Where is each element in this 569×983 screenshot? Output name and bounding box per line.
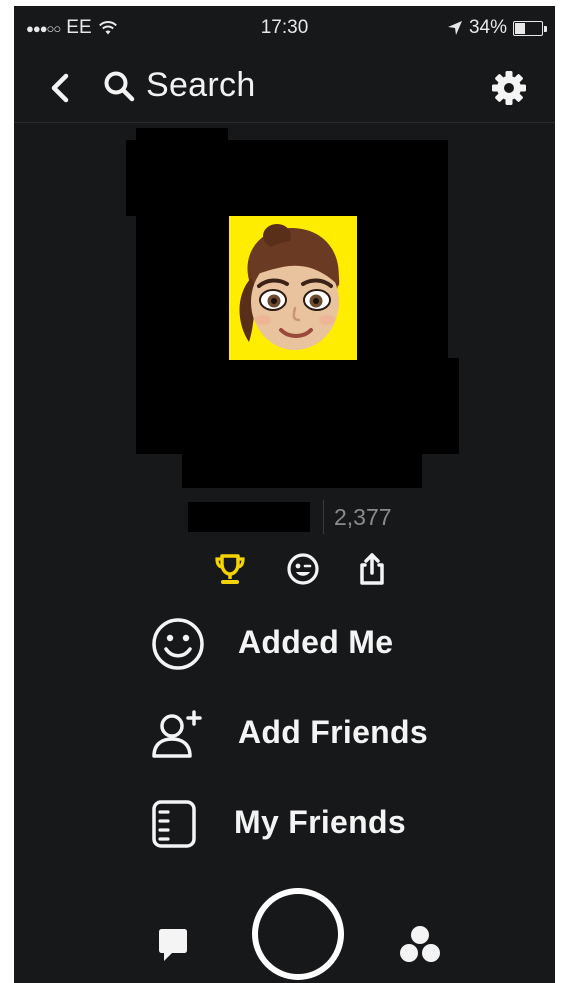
search-icon bbox=[104, 71, 135, 101]
back-button[interactable] bbox=[44, 68, 78, 108]
profile-stats-row: 2,377 bbox=[14, 496, 555, 536]
bitmoji-button[interactable] bbox=[285, 551, 321, 587]
status-bar: ●●●○○ EE 17:30 34% bbox=[14, 6, 555, 50]
settings-button[interactable] bbox=[489, 68, 529, 108]
gear-icon bbox=[492, 71, 526, 105]
chat-bubble-icon bbox=[159, 929, 187, 961]
menu-item-label: Added Me bbox=[238, 624, 394, 660]
stories-button[interactable] bbox=[399, 924, 441, 964]
menu-item-added-me[interactable]: Added Me bbox=[14, 606, 555, 676]
nav-divider bbox=[14, 122, 555, 123]
redaction-block bbox=[182, 450, 422, 488]
chat-button[interactable] bbox=[156, 928, 190, 964]
phone-screen: ●●●○○ EE 17:30 34% Search 2,377 Added Me… bbox=[14, 6, 555, 983]
trophy-icon bbox=[215, 554, 245, 584]
trophy-button[interactable] bbox=[212, 551, 248, 587]
battery-icon bbox=[513, 20, 547, 36]
bitmoji-face-icon bbox=[229, 216, 357, 360]
status-right: 34% bbox=[447, 17, 547, 39]
bitmoji-avatar[interactable] bbox=[229, 216, 357, 360]
menu-item-add-friends[interactable]: Add Friends bbox=[14, 696, 555, 766]
smiley-icon bbox=[148, 616, 208, 672]
stats-divider bbox=[323, 500, 324, 534]
username-redacted bbox=[188, 502, 310, 532]
bottom-nav bbox=[14, 866, 555, 983]
search-label: Search bbox=[146, 66, 256, 104]
add-person-icon bbox=[148, 706, 208, 762]
chevron-left-icon bbox=[51, 73, 69, 103]
search-button[interactable]: Search bbox=[102, 66, 256, 105]
notebook-icon bbox=[148, 796, 208, 852]
menu-item-label: Add Friends bbox=[238, 714, 428, 750]
menu-item-my-friends[interactable]: My Friends bbox=[14, 786, 555, 856]
share-icon bbox=[360, 553, 384, 585]
redaction-block bbox=[126, 140, 448, 216]
snap-score[interactable]: 2,377 bbox=[334, 504, 392, 531]
top-nav: Search bbox=[14, 56, 555, 118]
battery-percent: 34% bbox=[468, 17, 507, 38]
share-button[interactable] bbox=[354, 551, 390, 587]
menu-item-label: My Friends bbox=[234, 804, 406, 840]
redaction-block bbox=[136, 358, 459, 454]
stories-icon bbox=[400, 926, 440, 962]
wink-smiley-icon bbox=[287, 553, 319, 585]
location-arrow-icon bbox=[447, 21, 462, 35]
capture-button[interactable] bbox=[252, 888, 344, 980]
profile-action-icons bbox=[14, 551, 555, 591]
